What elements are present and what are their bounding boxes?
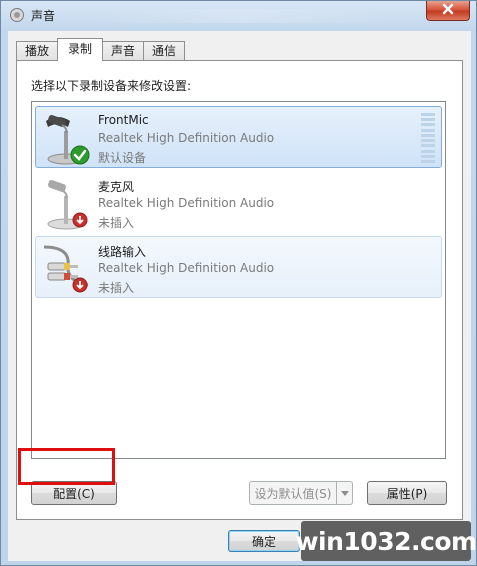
properties-button[interactable]: 属性(P) <box>367 481 447 505</box>
device-driver: Realtek High Definition Audio <box>98 131 275 145</box>
set-default-dropdown[interactable] <box>336 482 352 504</box>
speaker-icon <box>9 7 25 23</box>
set-default-label: 设为默认值(S) <box>254 486 332 501</box>
device-name: FrontMic <box>98 113 149 127</box>
device-item-microphone[interactable]: 麦克风 Realtek High Definition Audio 未插入 <box>35 171 442 233</box>
instruction-label: 选择以下录制设备来修改设置: <box>31 79 192 93</box>
device-driver: Realtek High Definition Audio <box>98 196 275 210</box>
tab-recording[interactable]: 录制 <box>57 38 104 61</box>
tab-communications[interactable]: 通信 <box>143 41 186 61</box>
recording-device-list[interactable]: FrontMic Realtek High Definition Audio 默… <box>31 101 446 459</box>
device-status: 未插入 <box>98 216 135 230</box>
set-default-button[interactable]: 设为默认值(S) <box>249 481 353 505</box>
close-button[interactable] <box>426 1 470 21</box>
chevron-down-icon <box>340 486 349 500</box>
unplugged-icon <box>72 212 88 231</box>
default-check-icon <box>70 145 90 168</box>
ok-button[interactable]: 确定 <box>228 530 300 552</box>
title-bar-glass <box>91 9 391 23</box>
tab-strip: 播放 录制 声音 通信 <box>16 38 186 61</box>
sound-dialog-window: 声音 播放 录制 声音 通信 选择以下录制设备来修改设置: FrontMic R… <box>0 0 477 566</box>
watermark: win1032.com <box>295 521 477 561</box>
unplugged-icon <box>72 277 88 296</box>
close-icon <box>441 3 455 18</box>
device-name: 麦克风 <box>98 180 135 194</box>
input-level-meter <box>421 113 435 163</box>
tab-sounds[interactable]: 声音 <box>102 41 145 61</box>
device-status: 未插入 <box>98 281 135 295</box>
window-title: 声音 <box>31 9 56 23</box>
device-status: 默认设备 <box>98 151 147 165</box>
title-bar[interactable]: 声音 <box>1 1 476 29</box>
device-item-frontmic[interactable]: FrontMic Realtek High Definition Audio 默… <box>35 106 442 168</box>
device-driver: Realtek High Definition Audio <box>98 261 275 275</box>
device-name: 线路输入 <box>98 245 147 259</box>
tab-playback[interactable]: 播放 <box>16 41 59 61</box>
device-item-line-in[interactable]: 线路输入 Realtek High Definition Audio 未插入 <box>35 236 442 298</box>
configure-highlight-box <box>18 448 115 485</box>
